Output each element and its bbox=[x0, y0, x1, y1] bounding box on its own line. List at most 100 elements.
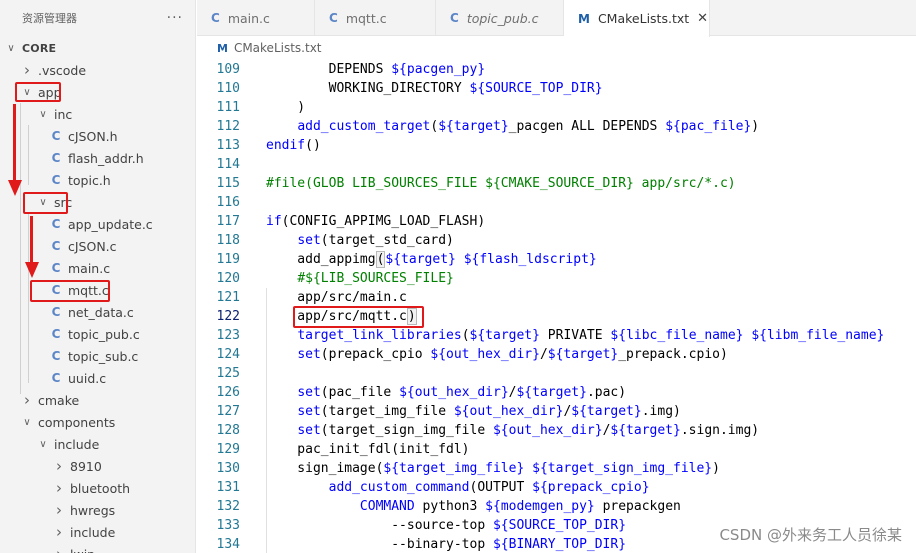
c-file-icon: C bbox=[51, 151, 61, 165]
tree-file-item[interactable]: CcJSON.h bbox=[0, 125, 195, 147]
code-editor[interactable]: 109 DEPENDS ${pacgen_py} 110 WORKING_DIRE… bbox=[197, 60, 916, 553]
code-line[interactable]: 115 #file(GLOB LIB_SOURCES_FILE ${CMAKE_S… bbox=[197, 174, 916, 193]
tree-folder-item[interactable]: ∨ inc bbox=[0, 103, 195, 125]
code-line[interactable]: 130 sign_image(${target_img_file} ${targ… bbox=[197, 459, 916, 478]
code-text: ) bbox=[266, 98, 305, 117]
tree-folder-item[interactable]: › lwip bbox=[0, 543, 195, 553]
code-line[interactable]: 112 add_custom_target(${target}_pacgen A… bbox=[197, 117, 916, 136]
code-line[interactable]: 125 bbox=[197, 364, 916, 383]
code-line[interactable]: 121 app/src/main.c bbox=[197, 288, 916, 307]
breadcrumb[interactable]: M CMakeLists.txt bbox=[197, 37, 916, 59]
tree-file-item[interactable]: Ctopic.h bbox=[0, 169, 195, 191]
line-number: 116 bbox=[216, 195, 240, 210]
tree-file-item[interactable]: Ctopic_sub.c bbox=[0, 345, 195, 367]
tree-file-item[interactable]: Cuuid.c bbox=[0, 367, 195, 389]
code-text: --source-top ${SOURCE_TOP_DIR} bbox=[266, 516, 626, 535]
code-line[interactable]: 110 WORKING_DIRECTORY ${SOURCE_TOP_DIR} bbox=[197, 79, 916, 98]
code-token: set bbox=[297, 404, 321, 419]
code-token: app/src/main.c bbox=[266, 290, 407, 305]
code-token: .img) bbox=[641, 404, 681, 419]
tab-mqtt-c[interactable]: Cmqtt.c bbox=[315, 0, 436, 36]
code-line[interactable]: 123 target_link_libraries(${target} PRIV… bbox=[197, 326, 916, 345]
tree-folder-item[interactable]: ∨ components bbox=[0, 411, 195, 433]
code-line[interactable]: 113 endif() bbox=[197, 136, 916, 155]
chevron-right-icon: › bbox=[56, 457, 62, 475]
code-line[interactable]: 116 bbox=[197, 193, 916, 212]
more-actions-icon[interactable]: ··· bbox=[167, 10, 183, 26]
code-line[interactable]: 129 pac_init_fdl(init_fdl) bbox=[197, 440, 916, 459]
code-line[interactable]: 111 ) bbox=[197, 98, 916, 117]
watermark: CSDN @外来务工人员徐某 bbox=[719, 526, 902, 544]
tree-folder-item[interactable]: › 8910 bbox=[0, 455, 195, 477]
code-token: .pac) bbox=[586, 385, 627, 400]
code-text: set(pac_file ${out_hex_dir}/${target}.pa… bbox=[266, 383, 626, 402]
code-text: DEPENDS ${pacgen_py} bbox=[266, 60, 486, 79]
code-line[interactable]: 120 #${LIB_SOURCES_FILE} bbox=[197, 269, 916, 288]
code-token: ${target} bbox=[547, 347, 619, 362]
tree-folder-item[interactable]: ∨ CORE bbox=[0, 37, 195, 59]
highlight-app-folder bbox=[15, 82, 61, 102]
breadcrumb-file[interactable]: CMakeLists.txt bbox=[234, 41, 322, 55]
code-line[interactable]: 119 add_appimg(${target} ${flash_ldscrip… bbox=[197, 250, 916, 269]
line-number: 120 bbox=[216, 271, 240, 286]
code-token: DEPENDS bbox=[266, 62, 392, 77]
tree-file-item[interactable]: Cflash_addr.h bbox=[0, 147, 195, 169]
code-line[interactable]: 122 app/src/mqtt.c) bbox=[197, 307, 916, 326]
line-number: 115 bbox=[216, 176, 240, 191]
code-line[interactable]: 124 set(prepack_cpio ${out_hex_dir}/${ta… bbox=[197, 345, 916, 364]
tree-item-label: CORE bbox=[22, 41, 57, 55]
code-text: app/src/mqtt.c) bbox=[266, 307, 417, 326]
code-text: add_custom_command(OUTPUT ${prepack_cpio… bbox=[266, 478, 650, 497]
arrow-app-to-src-head bbox=[8, 180, 22, 196]
tree-item-label: bluetooth bbox=[70, 480, 131, 496]
line-number: 129 bbox=[216, 442, 240, 457]
code-token: (target_sign_img_file bbox=[320, 423, 493, 438]
tab-main-c[interactable]: Cmain.c bbox=[197, 0, 315, 36]
code-token: ${modemgen_py} bbox=[485, 499, 595, 514]
code-line[interactable]: 109 DEPENDS ${pacgen_py} bbox=[197, 60, 916, 79]
code-token: .sign.img) bbox=[680, 423, 760, 438]
code-token: ${out_hex_dir} bbox=[453, 404, 564, 419]
tree-folder-item[interactable]: › cmake bbox=[0, 389, 195, 411]
chevron-down-icon: ∨ bbox=[39, 108, 47, 120]
code-token: (pac_file bbox=[320, 385, 400, 400]
code-token: add_custom_target bbox=[297, 119, 431, 134]
line-number: 124 bbox=[216, 347, 240, 362]
tab-cmakelists-txt[interactable]: M CMakeLists.txt ✕ bbox=[564, 0, 710, 37]
tree-item-label: net_data.c bbox=[68, 304, 134, 320]
code-line[interactable]: 131 add_custom_command(OUTPUT ${prepack_… bbox=[197, 478, 916, 497]
code-line[interactable]: 118 set(target_std_card) bbox=[197, 231, 916, 250]
tree-folder-item[interactable]: ∨ include bbox=[0, 433, 195, 455]
code-line[interactable]: 114 bbox=[197, 155, 916, 174]
tree-folder-item[interactable]: › .vscode bbox=[0, 59, 195, 81]
c-file-icon: C bbox=[450, 11, 459, 25]
code-line[interactable]: 127 set(target_img_file ${out_hex_dir}/$… bbox=[197, 402, 916, 421]
code-token: --source-top bbox=[266, 518, 493, 533]
explorer-title: 资源管理器 bbox=[22, 12, 77, 25]
code-token: set bbox=[297, 233, 321, 248]
c-file-icon: C bbox=[329, 11, 338, 25]
c-file-icon: C bbox=[51, 305, 61, 319]
c-file-icon: C bbox=[51, 261, 61, 275]
tree-folder-item[interactable]: › include bbox=[0, 521, 195, 543]
chevron-down-icon: ∨ bbox=[39, 438, 47, 450]
tree-folder-item[interactable]: › bluetooth bbox=[0, 477, 195, 499]
code-line[interactable]: 128 set(target_sign_img_file ${out_hex_d… bbox=[197, 421, 916, 440]
chevron-down-icon: ∨ bbox=[23, 416, 31, 428]
chevron-right-icon: › bbox=[52, 545, 66, 553]
code-line[interactable]: 132 COMMAND python3 ${modemgen_py} prepa… bbox=[197, 497, 916, 516]
code-line[interactable]: 126 set(pac_file ${out_hex_dir}/${target… bbox=[197, 383, 916, 402]
tree-file-item[interactable]: Ctopic_pub.c bbox=[0, 323, 195, 345]
code-token: ${out_hex_dir} bbox=[492, 423, 603, 438]
code-line[interactable]: 117 if(CONFIG_APPIMG_LOAD_FLASH) bbox=[197, 212, 916, 231]
close-icon[interactable]: ✕ bbox=[697, 11, 708, 26]
tree-folder-item[interactable]: › hwregs bbox=[0, 499, 195, 521]
code-text: add_custom_target(${target}_pacgen ALL D… bbox=[266, 117, 759, 136]
tab-label: mqtt.c bbox=[345, 10, 387, 26]
tab-topic-pub-c[interactable]: Ctopic_pub.c bbox=[436, 0, 564, 36]
code-text: #${LIB_SOURCES_FILE} bbox=[266, 269, 454, 288]
tree-file-item[interactable]: Cnet_data.c bbox=[0, 301, 195, 323]
